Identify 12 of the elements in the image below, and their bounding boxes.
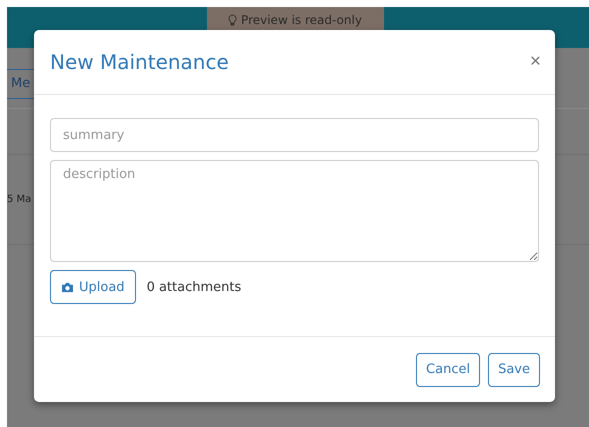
attachment-count: 0 attachments: [146, 280, 242, 294]
save-button[interactable]: Save: [488, 352, 540, 386]
cancel-button[interactable]: Cancel: [416, 352, 480, 386]
dialog-title: New Maintenance: [50, 50, 229, 74]
banner-text: Preview is read-only: [241, 13, 362, 28]
close-button[interactable]: ×: [530, 51, 541, 73]
description-field[interactable]: description: [50, 160, 539, 262]
summary-field[interactable]: summary: [50, 118, 539, 152]
upload-button[interactable]: Upload: [50, 270, 136, 304]
camera-icon: [61, 282, 74, 292]
lightbulb-icon: [228, 14, 238, 27]
row-text: 5 Ma: [7, 194, 32, 205]
